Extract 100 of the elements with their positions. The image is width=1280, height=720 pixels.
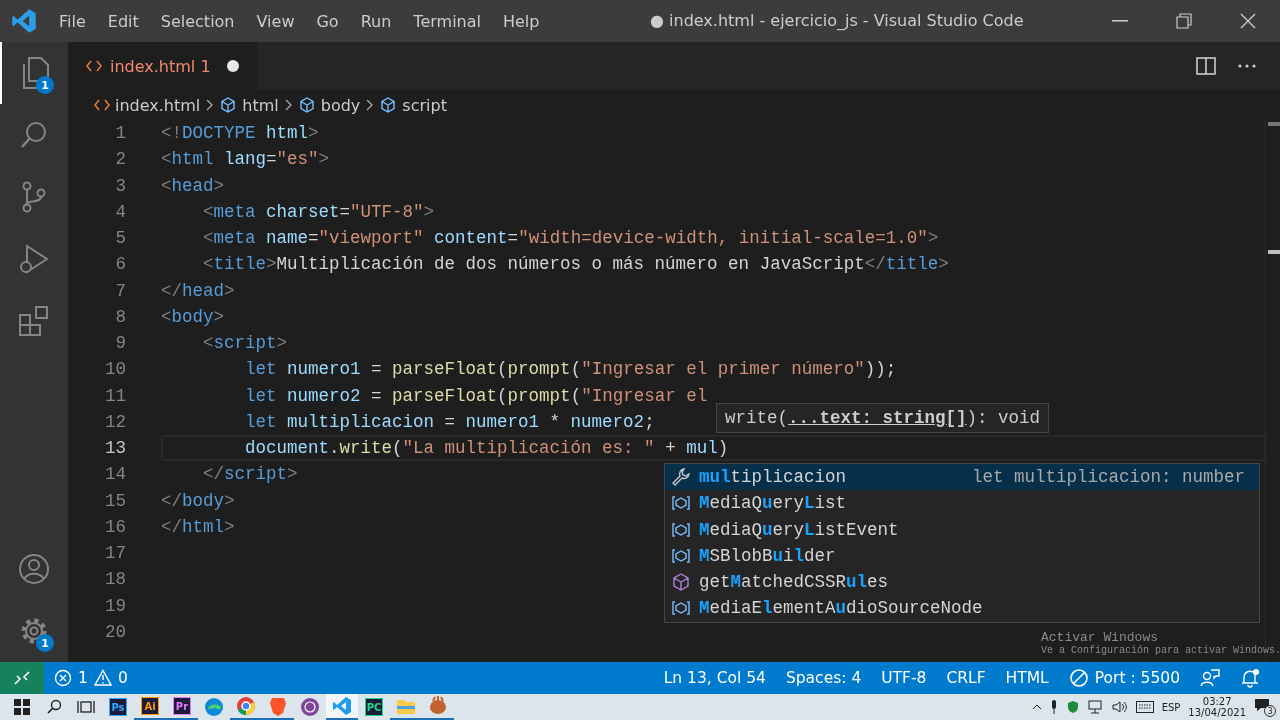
line-number: 2 bbox=[114, 148, 126, 172]
chevron-icon bbox=[284, 99, 292, 111]
microphone-icon[interactable] bbox=[1049, 700, 1058, 714]
window-title: ● index.html - ejercicio_js - Visual Studio Code bbox=[650, 11, 1024, 30]
line-number: 14 bbox=[104, 463, 126, 487]
menu-item[interactable]: View bbox=[245, 11, 306, 31]
taskbar-button[interactable]: Ai bbox=[134, 694, 166, 720]
signature-hint: write(...text: string[]): void bbox=[716, 403, 1050, 433]
line-number: 20 bbox=[104, 620, 126, 644]
code-line: let numero2 = parseFloat(prompt("Ingresar el bbox=[244, 384, 708, 408]
app-icon[interactable]: Ai bbox=[141, 697, 159, 715]
taskbar-button[interactable]: Ps bbox=[102, 694, 134, 720]
variable-icon bbox=[671, 547, 691, 564]
app-icon[interactable]: Pr bbox=[173, 697, 191, 715]
suggestion-item[interactable]: MediaElementAudioSourceNode bbox=[665, 595, 1259, 622]
folder-icon[interactable] bbox=[396, 697, 416, 715]
suggestion-item[interactable]: MediaQueryList bbox=[665, 490, 1259, 517]
prohibited-icon bbox=[1068, 668, 1089, 688]
code-line: let multiplicacion = numero1 * numero2; bbox=[244, 410, 655, 434]
warning-icon bbox=[93, 669, 112, 687]
line-number: 15 bbox=[104, 489, 126, 513]
suggestion-item[interactable]: multiplicacion let multiplicacion: number bbox=[665, 464, 1259, 491]
search-icon[interactable] bbox=[46, 699, 62, 715]
line-number: 16 bbox=[104, 515, 126, 539]
count-badge: 1 bbox=[36, 634, 54, 652]
cube-icon bbox=[671, 572, 691, 593]
search-icon bbox=[19, 120, 49, 150]
menu-item[interactable]: Go bbox=[305, 11, 350, 31]
error-icon bbox=[54, 669, 72, 687]
menu-item[interactable]: File bbox=[48, 11, 97, 31]
line-number: 4 bbox=[114, 200, 126, 224]
code-line: </script> bbox=[202, 463, 298, 487]
more-actions-icon[interactable] bbox=[1238, 64, 1256, 68]
extensions-icon bbox=[18, 305, 50, 337]
status-item[interactable]: Ln 13, Col 54 bbox=[653, 662, 776, 694]
status-item[interactable]: CRLF bbox=[936, 662, 996, 694]
minimize-icon bbox=[1112, 20, 1128, 22]
chevron-icon bbox=[366, 99, 374, 111]
menu-item[interactable]: Run bbox=[349, 11, 403, 31]
breadcrumb-item[interactable]: html bbox=[219, 95, 279, 115]
taskbar-button[interactable]: Pr bbox=[166, 694, 198, 720]
windows-start-icon[interactable] bbox=[14, 699, 30, 715]
line-number: 18 bbox=[104, 568, 126, 592]
activation-title: Activar Windows bbox=[1041, 630, 1159, 645]
problems-status[interactable]: 1 0 bbox=[44, 662, 138, 694]
clock[interactable]: 03:27 13/04/2021 bbox=[1188, 696, 1246, 718]
remote-icon bbox=[14, 671, 30, 685]
task-view-icon[interactable] bbox=[77, 699, 95, 715]
language-indicator[interactable]: ESP bbox=[1161, 701, 1181, 713]
code-line: let numero1 = parseFloat(prompt("Ingresar el primer número")); bbox=[244, 358, 897, 382]
code-line: </html> bbox=[161, 515, 235, 539]
line-number: 19 bbox=[104, 594, 126, 618]
suggestion-item[interactable]: MSBlobBuilder bbox=[665, 542, 1259, 569]
status-item[interactable]: UTF-8 bbox=[871, 662, 937, 694]
browser-icon[interactable] bbox=[236, 696, 256, 716]
breadcrumb-item[interactable]: index.html bbox=[94, 95, 201, 115]
cube-icon bbox=[219, 96, 238, 114]
run-debug-icon bbox=[18, 243, 50, 275]
network-icon[interactable] bbox=[1087, 700, 1104, 714]
code-line: <html lang="es"> bbox=[161, 148, 330, 172]
code-line: <title>Multiplicación de dos números o más número en JavaScript</title> bbox=[202, 253, 949, 277]
menu-item[interactable]: Help bbox=[491, 11, 551, 31]
line-number: 12 bbox=[104, 410, 126, 434]
line-number: 8 bbox=[114, 305, 126, 329]
html-file-icon bbox=[94, 99, 110, 111]
split-editor-icon[interactable] bbox=[1196, 57, 1216, 75]
variable-icon bbox=[671, 600, 691, 617]
status-item[interactable]: HTML bbox=[995, 662, 1059, 694]
chevron-up-icon[interactable] bbox=[1031, 704, 1042, 710]
breadcrumb-item[interactable]: body bbox=[297, 95, 361, 115]
account-icon bbox=[18, 553, 50, 585]
editor-tab[interactable]: index.html 1 bbox=[68, 42, 257, 90]
status-item[interactable]: Spaces: 4 bbox=[775, 662, 872, 694]
line-number: 17 bbox=[104, 542, 126, 565]
app-icon[interactable]: Ps bbox=[109, 698, 127, 716]
port-status[interactable]: Port : 5500 bbox=[1058, 662, 1190, 694]
code-editor-icon bbox=[11, 8, 37, 34]
browser-icon[interactable] bbox=[204, 697, 224, 717]
code-line: <meta charset="UTF-8"> bbox=[202, 200, 435, 224]
line-number: 6 bbox=[114, 253, 126, 277]
menu-item[interactable]: Edit bbox=[96, 11, 150, 31]
code-line: <body> bbox=[161, 305, 225, 329]
suggestion-item[interactable]: MediaQueryListEvent bbox=[665, 516, 1259, 543]
variable-icon bbox=[671, 521, 691, 538]
code-line: </head> bbox=[161, 279, 235, 303]
speaker-icon[interactable] bbox=[1111, 700, 1128, 714]
suggestion-item[interactable]: getMatchedCSSRules bbox=[665, 569, 1259, 596]
notification-button[interactable]: 3 bbox=[1254, 697, 1274, 717]
menu-item[interactable]: Selection bbox=[149, 11, 246, 31]
code-editor-icon[interactable] bbox=[332, 696, 352, 716]
menu-item[interactable]: Terminal bbox=[402, 11, 492, 31]
breadcrumb-item[interactable]: script bbox=[379, 95, 447, 115]
activity-button[interactable]: 1 bbox=[0, 600, 68, 662]
shield-icon[interactable] bbox=[1065, 700, 1080, 714]
keyboard-icon[interactable] bbox=[1135, 701, 1154, 713]
app-icon[interactable]: PC bbox=[365, 698, 383, 716]
line-number: 11 bbox=[104, 384, 126, 408]
feedback-icon bbox=[1200, 668, 1220, 688]
bell-icon bbox=[1240, 668, 1260, 688]
taskbar-button[interactable]: PC bbox=[358, 694, 390, 720]
